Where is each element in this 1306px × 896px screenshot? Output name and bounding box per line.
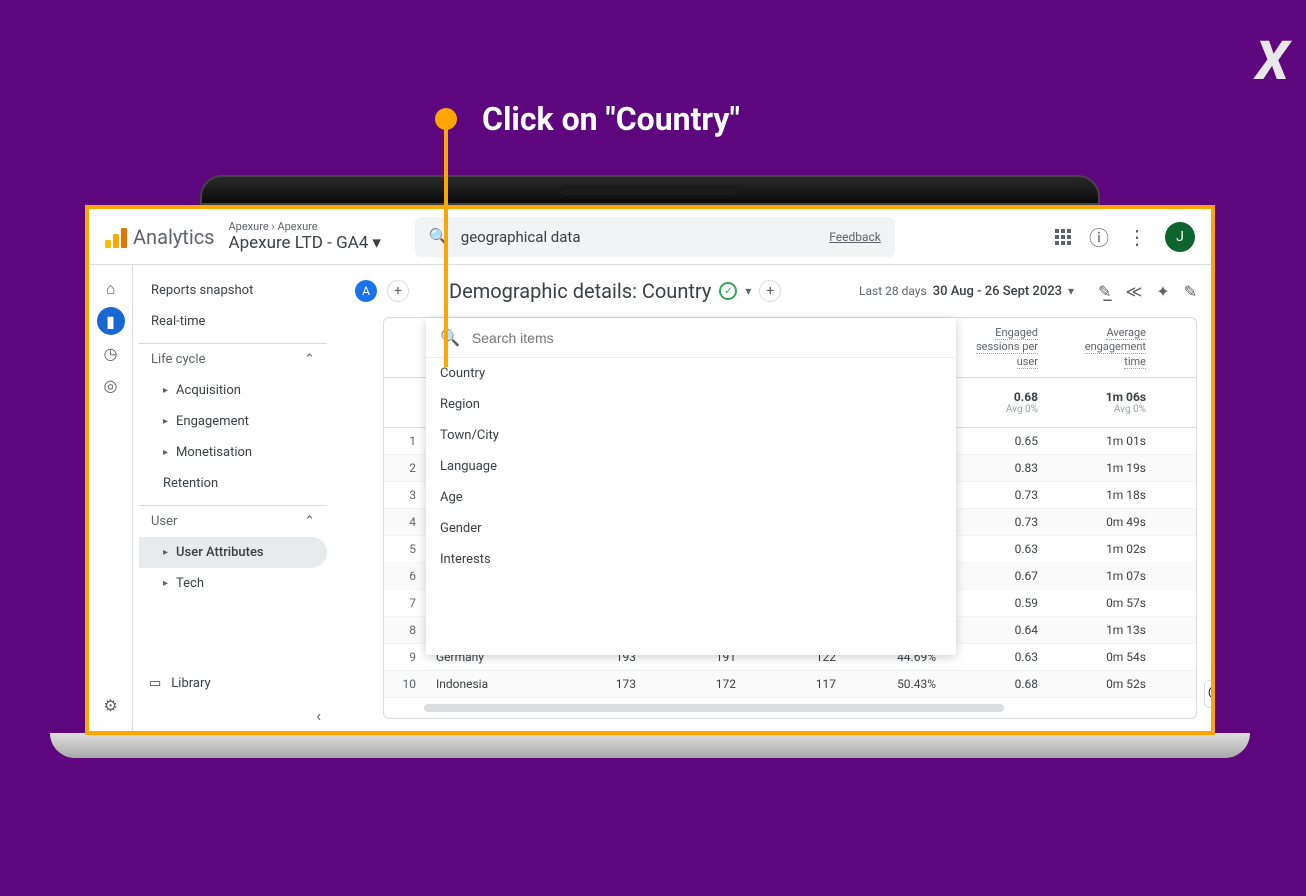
search-icon: 🔍: [440, 328, 460, 347]
laptop-base: [50, 733, 1250, 758]
chevron-right-icon: ▸: [163, 447, 168, 458]
add-dimension-button[interactable]: +: [759, 280, 781, 302]
content-header: A + Demographic details: Country ✓ ▾ + L…: [347, 265, 1197, 317]
customize-icon[interactable]: ✎̲: [1098, 282, 1111, 301]
col-avg-engagement[interactable]: Averageengagementtime: [1048, 326, 1156, 369]
top-bar: Analytics Apexure › Apexure Apexure LTD …: [89, 209, 1211, 265]
sidebar-item-tech[interactable]: ▸Tech: [139, 568, 327, 599]
feedback-icon[interactable]: 💬: [1204, 680, 1215, 708]
dropdown-item-interests[interactable]: Interests: [426, 544, 956, 575]
dropdown-item-towncity[interactable]: Town/City: [426, 420, 956, 451]
laptop-frame: Analytics Apexure › Apexure Apexure LTD …: [85, 175, 1215, 758]
horizontal-scrollbar[interactable]: [424, 704, 1004, 712]
search-input[interactable]: geographical data: [461, 228, 817, 246]
nav-rail: ⌂ ▮ ◷ ◎ ⚙: [89, 265, 133, 731]
sidebar-group-user[interactable]: User⌃: [139, 505, 327, 537]
share-icon[interactable]: ≪: [1125, 282, 1142, 301]
callout-annotation: Click on "Country": [435, 100, 740, 138]
rail-reports-icon[interactable]: ▮: [97, 307, 125, 335]
rail-settings-icon[interactable]: ⚙: [97, 691, 125, 719]
breadcrumb: Apexure › Apexure: [229, 220, 381, 233]
top-actions: ⓘ ⋮ J: [1055, 222, 1195, 252]
sidebar-item-user-attributes[interactable]: ▸User Attributes: [139, 537, 327, 568]
dropdown-item-gender[interactable]: Gender: [426, 513, 956, 544]
table-row[interactable]: 10Indonesia17317211750.43%0.680m 52s: [384, 671, 1196, 698]
collapse-sidebar-icon[interactable]: ‹: [316, 706, 321, 725]
laptop-camera-bar: [200, 175, 1100, 205]
dimension-dropdown: 🔍 CountryRegionTown/CityLanguageAgeGende…: [426, 318, 956, 655]
brand-logo: X: [1256, 30, 1281, 93]
dropdown-item-age[interactable]: Age: [426, 482, 956, 513]
dropdown-search[interactable]: 🔍: [426, 318, 956, 358]
chevron-down-icon: ▾: [1068, 284, 1074, 298]
chevron-right-icon: ▸: [163, 385, 168, 396]
rail-home-icon[interactable]: ⌂: [97, 275, 125, 303]
avatar[interactable]: J: [1165, 222, 1195, 252]
sidebar-item-retention[interactable]: Retention: [139, 468, 327, 499]
dropdown-search-input[interactable]: [472, 330, 942, 346]
toolbar-icons: ✎̲ ≪ ✦ ✎: [1098, 282, 1197, 301]
property-selector[interactable]: Apexure › Apexure Apexure LTD - GA4 ▾: [229, 220, 381, 253]
callout-dot: [435, 108, 457, 130]
col-engaged-sessions[interactable]: Engagedsessions peruser: [946, 326, 1048, 369]
date-range[interactable]: Last 28 days 30 Aug - 26 Sept 2023 ▾: [859, 284, 1074, 299]
dropdown-item-region[interactable]: Region: [426, 389, 956, 420]
chevron-down-icon[interactable]: ▾: [745, 284, 751, 298]
library-link[interactable]: ▭Library: [149, 676, 211, 691]
sidebar-item-monetisation[interactable]: ▸Monetisation: [139, 437, 327, 468]
search-box[interactable]: 🔍 geographical data Feedback: [415, 217, 895, 257]
chevron-right-icon: ▸: [163, 416, 168, 427]
callout-line: [444, 122, 448, 367]
sidebar-item-engagement[interactable]: ▸Engagement: [139, 406, 327, 437]
chevron-up-icon: ⌃: [304, 352, 315, 367]
property-name: Apexure LTD - GA4 ▾: [229, 233, 381, 253]
page-title: Demographic details: Country ✓ ▾ +: [449, 279, 781, 303]
add-comparison-button[interactable]: +: [387, 280, 409, 302]
rail-explore-icon[interactable]: ◷: [97, 339, 125, 367]
dropdown-item-country[interactable]: Country: [426, 358, 956, 389]
sidebar-item-acquisition[interactable]: ▸Acquisition: [139, 375, 327, 406]
sidebar-reports-snapshot[interactable]: Reports snapshot: [139, 275, 327, 306]
chevron-up-icon: ⌃: [304, 514, 315, 529]
sidebar-realtime[interactable]: Real-time: [139, 306, 327, 337]
product-name: Analytics: [133, 225, 215, 249]
chevron-right-icon: ▸: [163, 578, 168, 589]
main: ⌂ ▮ ◷ ◎ ⚙ Reports snapshot Real-time Lif…: [89, 265, 1211, 731]
screen: Analytics Apexure › Apexure Apexure LTD …: [85, 205, 1215, 735]
help-icon[interactable]: ⓘ: [1089, 222, 1109, 251]
content: A + Demographic details: Country ✓ ▾ + L…: [333, 265, 1211, 731]
apps-icon[interactable]: [1055, 229, 1071, 245]
rail-advertising-icon[interactable]: ◎: [97, 371, 125, 399]
more-icon[interactable]: ⋮: [1127, 225, 1147, 249]
chevron-right-icon: ▸: [163, 547, 168, 558]
check-icon[interactable]: ✓: [719, 282, 737, 300]
ga-logo[interactable]: Analytics: [105, 225, 215, 249]
audience-badge[interactable]: A: [355, 280, 377, 302]
dropdown-item-language[interactable]: Language: [426, 451, 956, 482]
feedback-link[interactable]: Feedback: [829, 230, 881, 244]
sidebar-group-lifecycle[interactable]: Life cycle⌃: [139, 343, 327, 375]
sidebar: Reports snapshot Real-time Life cycle⌃ ▸…: [133, 265, 333, 731]
insights-icon[interactable]: ✦: [1156, 282, 1169, 301]
chevron-down-icon: ▾: [372, 233, 381, 253]
data-table: Engagedsessions peruser Averageengagemen…: [383, 317, 1197, 719]
callout-text: Click on "Country": [482, 100, 740, 138]
library-icon: ▭: [149, 676, 161, 691]
edit-icon[interactable]: ✎: [1184, 282, 1197, 301]
ga-icon: [105, 226, 127, 248]
